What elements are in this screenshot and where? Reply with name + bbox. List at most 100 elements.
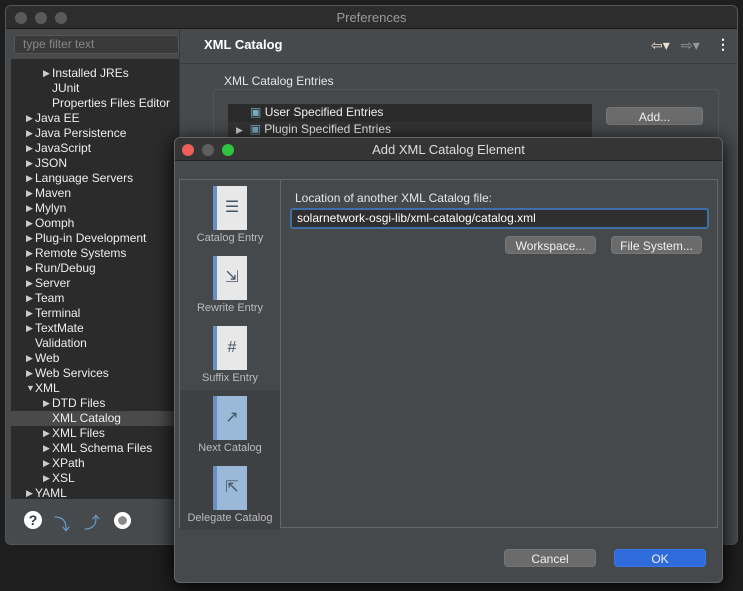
filter-input[interactable]: type filter text bbox=[14, 35, 179, 54]
tree-item[interactable]: ▶ XPath bbox=[11, 456, 179, 471]
entry-type-label: Suffix Entry bbox=[201, 372, 259, 384]
preferences-title: Preferences bbox=[6, 6, 737, 29]
tree-item[interactable]: ▶ DTD Files bbox=[11, 396, 179, 411]
location-label: Location of another XML Catalog file: bbox=[295, 191, 493, 205]
tree-item[interactable]: ▶ JSON bbox=[11, 156, 179, 171]
tree-item-label: XPath bbox=[52, 456, 85, 470]
entry-type-item[interactable]: ⇲ Rewrite Entry bbox=[180, 250, 280, 320]
tree-item[interactable]: ▶ Server bbox=[11, 276, 179, 291]
back-arrow-icon[interactable]: ⇦▾ bbox=[651, 37, 670, 54]
tree-item-label: Validation bbox=[35, 336, 87, 350]
entry-type-item[interactable]: ⇱ Delegate Catalog bbox=[180, 460, 280, 530]
tree-item[interactable]: Properties Files Editor bbox=[11, 96, 179, 111]
catalog-entry-icon: # bbox=[213, 326, 247, 370]
divider bbox=[180, 63, 737, 64]
tree-item-label: Java EE bbox=[35, 111, 80, 125]
tree-item[interactable]: ▶ Maven bbox=[11, 186, 179, 201]
entry-type-list[interactable]: ☰ Catalog Entry ⇲ Rewrite Entry # Suffix Entr… bbox=[180, 180, 281, 530]
tree-item[interactable]: ▼ XML bbox=[11, 381, 179, 396]
tree-item-label: Java Persistence bbox=[35, 126, 127, 140]
tree-item-label: Oomph bbox=[35, 216, 75, 230]
close-button[interactable] bbox=[15, 12, 27, 24]
tree-item[interactable]: ▶ Run/Debug bbox=[11, 261, 179, 276]
tree-item-label: Maven bbox=[35, 186, 72, 200]
tree-item-label: TextMate bbox=[35, 321, 84, 335]
tree-item[interactable]: ▶ Web Services bbox=[11, 366, 179, 381]
entry-type-label: Rewrite Entry bbox=[196, 302, 264, 314]
tree-item-user-entries[interactable]: ▣ User Specified Entries bbox=[228, 105, 592, 120]
catalog-entry-icon: ⇱ bbox=[213, 466, 247, 510]
tree-item[interactable]: ▶ Web bbox=[11, 351, 179, 366]
tree-item[interactable]: ▶ XML Schema Files bbox=[11, 441, 179, 456]
tree-item[interactable]: ▶ Plug-in Development bbox=[11, 231, 179, 246]
zoom-button[interactable] bbox=[222, 144, 234, 156]
tree-item-label: Properties Files Editor bbox=[52, 96, 171, 110]
tree-item[interactable]: ▶ Java EE bbox=[11, 111, 179, 126]
minimize-button[interactable] bbox=[202, 144, 214, 156]
ok-button[interactable]: OK bbox=[614, 549, 706, 567]
export-icon[interactable]: ⤴ bbox=[84, 509, 100, 533]
tree-item[interactable]: ▶ Team bbox=[11, 291, 179, 306]
tree-item-label: Installed JREs bbox=[52, 66, 129, 80]
tree-item-label: Plug-in Development bbox=[35, 231, 147, 245]
entry-type-item[interactable]: # Suffix Entry bbox=[180, 320, 280, 390]
tree-item-label: Language Servers bbox=[35, 171, 134, 185]
tree-item-label: XML bbox=[35, 381, 60, 395]
tree-item-label: Team bbox=[35, 291, 65, 305]
tree-item[interactable]: ▶ Oomph bbox=[11, 216, 179, 231]
cancel-button[interactable]: Cancel bbox=[504, 549, 596, 567]
more-menu-icon[interactable]: ⋮ bbox=[716, 36, 730, 53]
tree-item[interactable]: ▶ XSL bbox=[11, 471, 179, 486]
tree-item-label: DTD Files bbox=[52, 396, 106, 410]
import-icon[interactable]: ⤵ bbox=[54, 511, 70, 535]
dialog-content: ☰ Catalog Entry ⇲ Rewrite Entry # Suffix Entr… bbox=[179, 179, 718, 530]
tree-item-label: Server bbox=[35, 276, 71, 290]
tree-item[interactable]: ▶ JavaScript bbox=[11, 141, 179, 156]
tree-item-label: JavaScript bbox=[35, 141, 92, 155]
tree-item[interactable]: ▶ Mylyn bbox=[11, 201, 179, 216]
tree-item[interactable]: ▶ XML Files bbox=[11, 426, 179, 441]
tree-item-label: JSON bbox=[35, 156, 68, 170]
tree-item-label: Mylyn bbox=[35, 201, 67, 215]
file-system-button[interactable]: File System... bbox=[611, 236, 702, 254]
tree-item[interactable]: ▶ TextMate bbox=[11, 321, 179, 336]
tree-item-label: YAML bbox=[35, 486, 67, 500]
minimize-button[interactable] bbox=[35, 12, 47, 24]
tree-item-label: Remote Systems bbox=[35, 246, 127, 260]
close-button[interactable] bbox=[182, 144, 194, 156]
entry-type-label: Delegate Catalog bbox=[187, 512, 273, 524]
record-icon[interactable] bbox=[114, 512, 131, 529]
tree-item-label: Terminal bbox=[35, 306, 81, 320]
forward-arrow-icon[interactable]: ⇨▾ bbox=[681, 37, 700, 54]
tree-item[interactable]: ▶ YAML bbox=[11, 486, 179, 501]
tree-item[interactable]: JUnit bbox=[11, 81, 179, 96]
preferences-tree[interactable]: ▶ Installed JREs JUnit Properties Files Edi… bbox=[11, 59, 179, 501]
tree-item-plugin-entries[interactable]: ▶ ▣ Plugin Specified Entries bbox=[228, 122, 592, 137]
section-label: XML Catalog Entries bbox=[224, 74, 334, 88]
tree-item-label: XML Schema Files bbox=[52, 441, 153, 455]
entry-type-item[interactable]: ☰ Catalog Entry bbox=[180, 180, 280, 250]
tree-item[interactable]: Validation bbox=[11, 336, 179, 351]
tree-item[interactable]: ▶ Language Servers bbox=[11, 171, 179, 186]
dialog-title: Add XML Catalog Element bbox=[175, 138, 722, 161]
workspace-button[interactable]: Workspace... bbox=[505, 236, 596, 254]
xml-catalog-icon: ▣ bbox=[250, 105, 262, 119]
entry-type-label: Catalog Entry bbox=[196, 232, 264, 244]
help-icon[interactable]: ? bbox=[24, 511, 42, 529]
zoom-button[interactable] bbox=[55, 12, 67, 24]
tree-item[interactable]: ▶ Terminal bbox=[11, 306, 179, 321]
tree-item[interactable]: XML Catalog bbox=[11, 411, 179, 426]
tree-item-label: Web Services bbox=[35, 366, 109, 380]
xml-catalog-icon: ▣ bbox=[249, 122, 261, 136]
catalog-entry-icon: ⇲ bbox=[213, 256, 247, 300]
add-button[interactable]: Add... bbox=[606, 107, 703, 125]
tree-item[interactable]: ▶ Installed JREs bbox=[11, 66, 179, 81]
tree-item-label: XML Catalog bbox=[52, 411, 121, 425]
location-input[interactable]: solarnetwork-osgi-lib/xml-catalog/catalo… bbox=[290, 208, 709, 229]
tree-item[interactable]: ▶ Java Persistence bbox=[11, 126, 179, 141]
tree-item-label: Web bbox=[35, 351, 60, 365]
entry-type-item[interactable]: ↗ Next Catalog bbox=[180, 390, 280, 460]
expand-arrow-icon[interactable]: ▶ bbox=[236, 125, 243, 135]
tree-item[interactable]: ▶ Remote Systems bbox=[11, 246, 179, 261]
entry-type-label: Next Catalog bbox=[198, 442, 262, 454]
